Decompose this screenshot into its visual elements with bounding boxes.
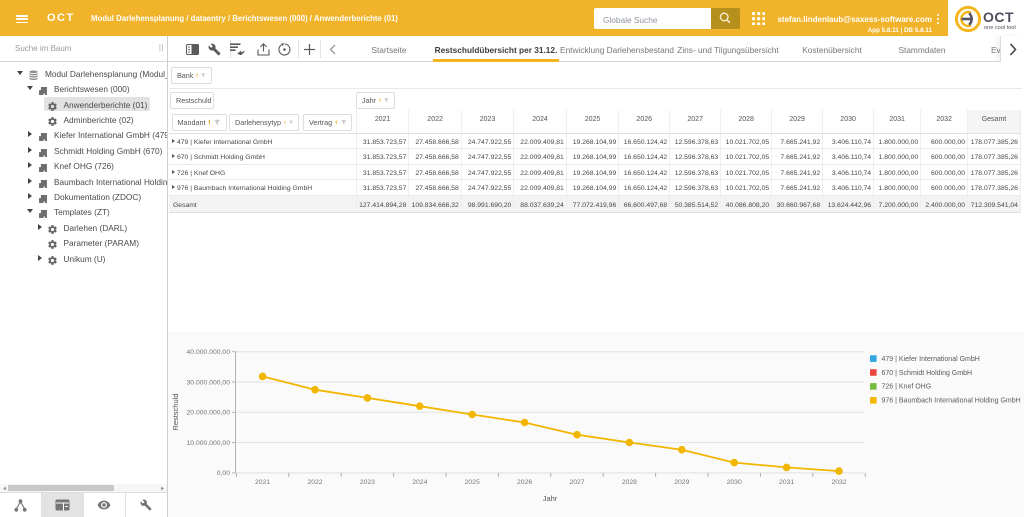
- svg-text:20.000.000,00: 20.000.000,00: [187, 410, 231, 417]
- svg-text:976 | Baumbach International H: 976 | Baumbach International Holding Gmb…: [882, 398, 1021, 405]
- svg-text:479 | Kiefer International Gmb: 479 | Kiefer International GmbH: [882, 356, 980, 363]
- svg-text:Jahr: Jahr: [543, 494, 558, 503]
- svg-text:2024: 2024: [412, 479, 427, 486]
- svg-text:2029: 2029: [674, 479, 689, 486]
- svg-text:2022: 2022: [307, 479, 322, 486]
- svg-text:2026: 2026: [517, 479, 532, 486]
- svg-text:2023: 2023: [360, 479, 375, 486]
- svg-text:2028: 2028: [622, 479, 637, 486]
- svg-text:2021: 2021: [255, 479, 270, 486]
- svg-text:0,00: 0,00: [217, 470, 230, 477]
- svg-text:2030: 2030: [727, 479, 742, 486]
- svg-text:2025: 2025: [465, 479, 480, 486]
- svg-text:726 | Knef OHG: 726 | Knef OHG: [882, 384, 932, 391]
- svg-text:40.000.000,00: 40.000.000,00: [187, 349, 231, 356]
- svg-text:2032: 2032: [831, 479, 846, 486]
- svg-text:670 | Schmidt Holding GmbH: 670 | Schmidt Holding GmbH: [882, 370, 973, 377]
- svg-text:2031: 2031: [779, 479, 794, 486]
- svg-text:2027: 2027: [569, 479, 584, 486]
- svg-text:10.000.000,00: 10.000.000,00: [187, 440, 231, 447]
- svg-text:30.000.000,00: 30.000.000,00: [187, 379, 231, 386]
- svg-text:Restschuld: Restschuld: [171, 393, 180, 430]
